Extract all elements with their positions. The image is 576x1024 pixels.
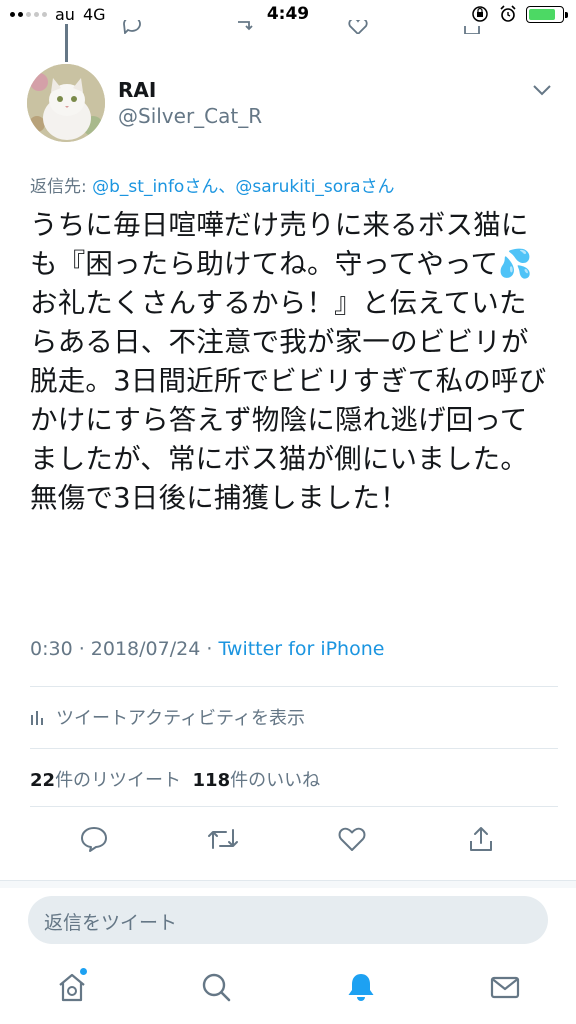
sweat-drops-emoji: 💦 xyxy=(498,248,533,280)
share-icon[interactable] xyxy=(466,824,496,854)
like-count[interactable]: 118件のいいね xyxy=(193,770,321,791)
previous-tweet-actions xyxy=(120,20,520,34)
like-count-number: 118 xyxy=(192,770,231,791)
author-handle[interactable]: @Silver_Cat_R xyxy=(118,104,262,128)
retweet-count[interactable]: 22件のリツイート xyxy=(30,770,181,791)
mail-icon[interactable] xyxy=(488,970,522,1004)
tweet-text: うちに毎日喧嘩だけ売りに来るボス猫にも『困ったら助けてね。守ってやって💦 お礼たく… xyxy=(30,206,550,518)
retweet-icon[interactable] xyxy=(206,824,240,854)
tweet-time: 0:30 xyxy=(30,638,73,660)
reply-to-prefix: 返信先: xyxy=(30,177,93,197)
tweet-source-link[interactable]: Twitter for iPhone xyxy=(218,638,384,660)
home-icon[interactable] xyxy=(55,970,89,1004)
retweet-count-number: 22 xyxy=(30,770,56,791)
chevron-down-icon[interactable] xyxy=(531,83,553,97)
reply-to: 返信先: @b_st_infoさん、@sarukiti_soraさん xyxy=(30,172,395,197)
search-icon[interactable] xyxy=(199,970,233,1004)
battery-icon xyxy=(526,5,568,23)
tweet-activity-link[interactable]: ツイートアクティビティを表示 xyxy=(30,704,305,730)
like-count-label: 件のいいね xyxy=(230,770,321,791)
tweet-date: 2018/07/24 xyxy=(90,638,201,660)
tweet-activity-label: ツイートアクティビティを表示 xyxy=(56,708,305,729)
reply-to-user-link[interactable]: @sarukiti_soraさん xyxy=(235,177,394,197)
home-unread-dot xyxy=(80,968,87,975)
divider xyxy=(30,686,558,687)
meta-separator: · xyxy=(72,638,91,660)
tweet-meta: 0:30 · 2018/07/24 · Twitter for iPhone xyxy=(30,638,384,660)
section-separator xyxy=(0,880,576,888)
reply-to-user-link[interactable]: @b_st_infoさん xyxy=(92,177,218,197)
like-icon[interactable] xyxy=(337,824,367,854)
reply-to-separator: 、 xyxy=(218,177,236,197)
tweet-text-part: うちに毎日喧嘩だけ売りに来るボス猫にも『困ったら助けてね。守ってやって xyxy=(30,209,529,280)
divider xyxy=(30,806,558,807)
analytics-icon xyxy=(31,711,43,725)
avatar[interactable] xyxy=(27,64,105,142)
engagement-counts: 22件のリツイート 118件のいいね xyxy=(30,766,320,792)
tab-bar xyxy=(0,956,576,1024)
reply-icon[interactable] xyxy=(79,824,109,854)
divider xyxy=(30,748,558,749)
author-name[interactable]: RAI xyxy=(118,78,156,102)
retweet-count-label: 件のリツイート xyxy=(55,770,182,791)
reply-input[interactable]: 返信をツイート xyxy=(28,896,548,944)
tweet-text-part: お礼たくさんするから！』と伝えていたらある日、不注意で我が家一のビビリが脱走。3… xyxy=(30,287,547,514)
bell-icon[interactable] xyxy=(344,970,378,1004)
thread-line xyxy=(65,24,68,62)
tweet-actions xyxy=(0,824,576,860)
meta-separator: · xyxy=(200,638,219,660)
